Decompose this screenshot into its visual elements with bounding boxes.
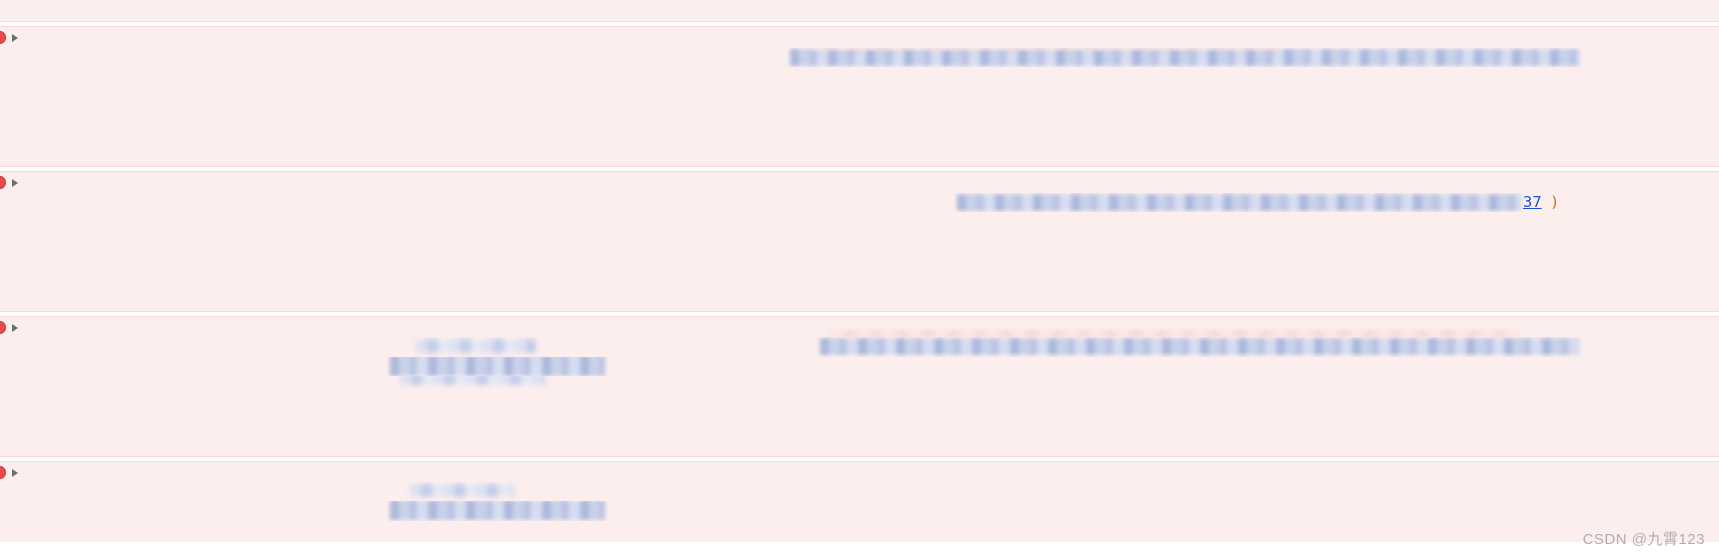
stack-frame[interactable]: at X.eval ((webpack-internal:///./src/mi… [0,356,1719,376]
chevron-right-icon[interactable] [12,468,18,477]
stack-frame[interactable]: at X.eval ((webpack-internal:///./src/mi… [0,501,1719,521]
stack-frame[interactable]: at X.eval ((webpack-internal:///./src/mi… [0,212,1719,231]
redacted-overlay [820,338,1580,356]
error-circle-icon [0,31,6,45]
stack-frame[interactable]: at VueComponent.compareImages ((webpack-… [0,193,1719,212]
redacted-overlay [810,47,1280,49]
stack-frame[interactable]: at k.Wp ((http://127.0.0.1:8080/static/m… [0,270,1719,289]
chevron-right-icon[interactable] [12,323,18,332]
redacted-overlay [830,329,1520,338]
error-group: Uncaught DOMException: Failed to execute… [0,171,1719,312]
stack-frame[interactable]: at X.b ((http://127.0.0.1:8080/static/ma… [0,521,1719,540]
redacted-overlay [410,483,515,497]
error-header[interactable]: Uncaught DOMException: Failed to execute… [0,463,1719,482]
stack-frame[interactable]: at Tc.b ((http://127.0.0.1:8080/static/m… [0,251,1719,270]
error-group: Uncaught DOMException: Failed to execute… [0,26,1719,168]
stack-frame[interactable]: at X.eval ((webpack-internal:///./src/mi… [0,67,1719,86]
chevron-right-icon[interactable] [12,179,18,188]
error-group: Uncaught DOMException: Failed to execute… [0,315,1719,457]
chevron-right-icon[interactable] [12,34,18,43]
stack-frame[interactable]: at VueComponent.compareImages ((webpack-… [0,337,1719,356]
error-circle-icon [0,320,6,334]
redacted-overlay [390,501,605,521]
devtools-console-panel[interactable]: at X.<anonymous> ((http://127.0.0.1:8080… [0,0,1719,558]
stack-frame[interactable]: at k.Wp ((http://127.0.0.1:8080/static/m… [0,125,1719,144]
error-group: Uncaught DOMException: Failed to execute… [0,460,1719,543]
stack-frame[interactable]: at Tc.b ((http://127.0.0.1:8080/static/m… [0,106,1719,125]
redacted-overlay [957,193,1522,211]
stack-frame[interactable]: at X.b ((http://127.0.0.1:8080/static/ma… [0,87,1719,106]
error-group-partial-top: at X.<anonymous> ((http://127.0.0.1:8080… [0,0,1719,23]
csdn-watermark: CSDN @九霄123 [1582,530,1705,548]
close-paren: ) [1550,192,1560,211]
stack-frame[interactable]: at VueComponent.compareImages ((webpack-… [0,482,1719,501]
redacted-overlay [790,48,1580,66]
stack-frame-link-tail[interactable]: 37 [1523,193,1542,212]
error-circle-icon [0,465,6,479]
redacted-overlay [400,376,545,386]
error-header[interactable]: Uncaught DOMException: Failed to execute… [0,28,1719,47]
stack-frame[interactable]: at X.<anonymous> ((http://127.0.0.1:8080… [0,434,1719,453]
stack-frame[interactable]: at X.b ((http://127.0.0.1:8080/static/ma… [0,231,1719,250]
redacted-overlay [390,356,605,376]
stack-frame[interactable]: at k.Wp ((http://127.0.0.1:8080/static/m… [0,415,1719,434]
stack-frame[interactable]: at X.<anonymous> ((http://127.0.0.1:8080… [0,0,1719,19]
stack-frame[interactable]: at X.<anonymous> ((http://127.0.0.1:8080… [0,145,1719,164]
stack-frame[interactable]: at Tc.b ((http://127.0.0.1:8080/static/m… [0,395,1719,414]
error-header[interactable]: Uncaught DOMException: Failed to execute… [0,173,1719,192]
error-circle-icon [0,176,6,190]
stack-frame[interactable]: at VueComponent.compareImages ((webpack-… [0,47,1719,67]
stack-frame[interactable]: at X.<anonymous> ((http://127.0.0.1:8080… [0,289,1719,308]
error-header[interactable]: Uncaught DOMException: Failed to execute… [0,318,1719,338]
stack-frame[interactable]: at X.b ((http://127.0.0.1:8080/static/ma… [0,376,1719,395]
redacted-overlay [416,339,536,354]
